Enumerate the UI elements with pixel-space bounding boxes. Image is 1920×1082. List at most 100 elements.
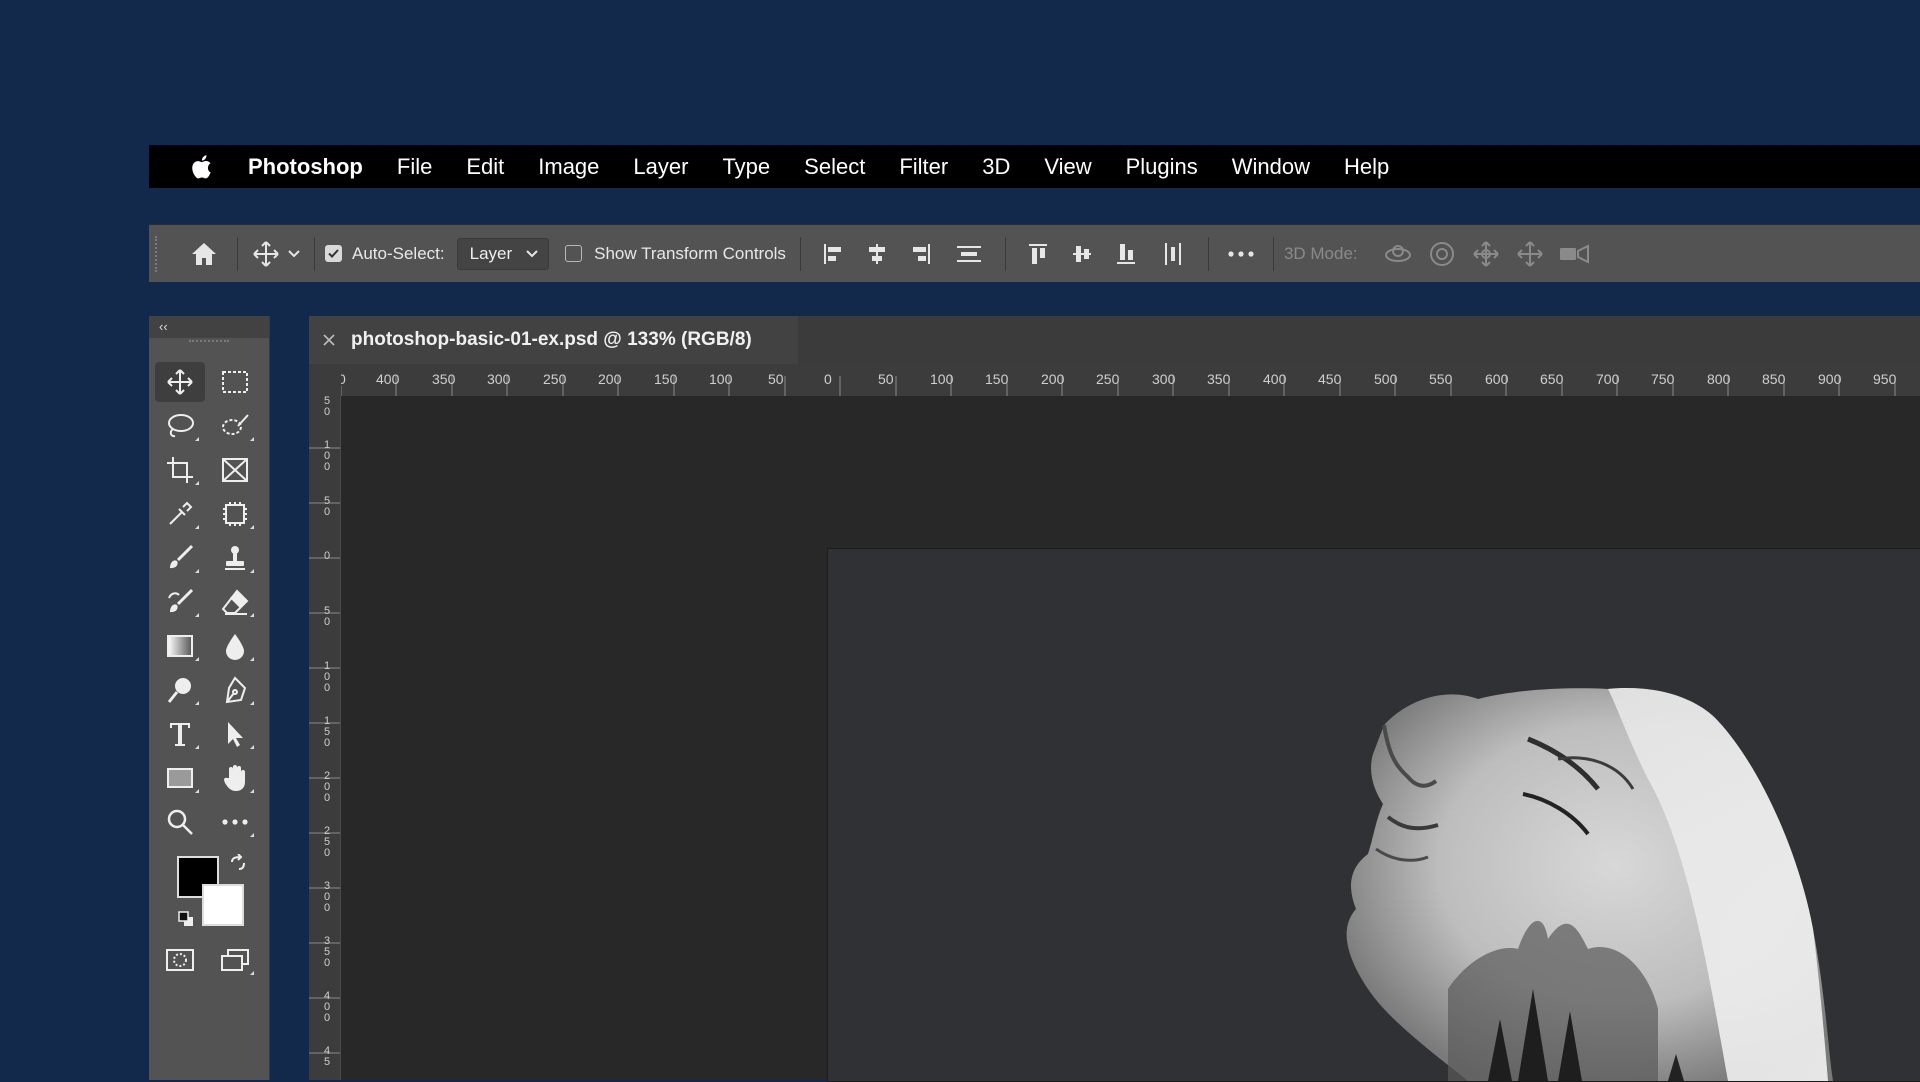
ruler-label: 500 bbox=[1374, 371, 1398, 387]
ruler-label: 300 bbox=[487, 371, 511, 387]
edit-toolbar-button[interactable] bbox=[210, 802, 260, 842]
menu-help[interactable]: Help bbox=[1344, 154, 1389, 180]
align-left-icon[interactable] bbox=[811, 242, 855, 266]
auto-select-dropdown[interactable]: Layer bbox=[456, 237, 550, 270]
object-selection-tool-button[interactable] bbox=[210, 494, 260, 534]
rectangle-icon bbox=[167, 768, 193, 788]
ruler-label: 100 bbox=[709, 371, 733, 387]
dodge-tool-button[interactable] bbox=[155, 670, 205, 710]
options-bar-grip[interactable] bbox=[155, 235, 165, 272]
tool-group-indicator bbox=[250, 745, 254, 749]
panel-collapse-button[interactable]: ‹‹ bbox=[149, 316, 269, 338]
ruler-label: 400 bbox=[376, 371, 400, 387]
3d-roll-icon[interactable] bbox=[1420, 240, 1464, 268]
apple-icon[interactable] bbox=[183, 153, 219, 181]
menu-layer[interactable]: Layer bbox=[633, 154, 688, 180]
swap-colors-icon[interactable] bbox=[229, 853, 247, 872]
menu-window[interactable]: Window bbox=[1232, 154, 1310, 180]
tool-group-indicator bbox=[195, 525, 199, 529]
more-options-icon[interactable] bbox=[1219, 250, 1263, 257]
eyedropper-tool-button[interactable] bbox=[155, 494, 205, 534]
ruler-label: 0 bbox=[341, 371, 346, 387]
align-horizontal-center-icon[interactable] bbox=[855, 242, 899, 266]
menu-view[interactable]: View bbox=[1044, 154, 1091, 180]
menu-select[interactable]: Select bbox=[804, 154, 865, 180]
3d-pan-icon[interactable] bbox=[1464, 240, 1508, 268]
path-selection-tool-button[interactable] bbox=[210, 714, 260, 754]
arrow-pointer-icon bbox=[228, 722, 243, 747]
menu-edit[interactable]: Edit bbox=[466, 154, 504, 180]
tool-group-indicator bbox=[250, 525, 254, 529]
home-icon[interactable] bbox=[181, 241, 227, 267]
zoom-tool-button[interactable] bbox=[155, 802, 205, 842]
canvas-pasteboard[interactable] bbox=[341, 396, 1920, 1082]
ruler-label: 950 bbox=[1873, 371, 1897, 387]
frame-tool-button[interactable] bbox=[210, 450, 260, 490]
ruler-label: 100 bbox=[930, 371, 954, 387]
default-colors-icon[interactable] bbox=[177, 910, 195, 928]
eraser-tool-button[interactable] bbox=[210, 582, 260, 622]
move-tool-button[interactable] bbox=[155, 362, 205, 402]
3d-orbit-icon[interactable] bbox=[1376, 241, 1420, 267]
close-tab-icon[interactable] bbox=[321, 334, 337, 346]
lasso-tool-button[interactable] bbox=[155, 406, 205, 446]
marquee-tool-button[interactable] bbox=[210, 362, 260, 402]
auto-select-checkbox[interactable] bbox=[325, 245, 342, 262]
screen-mode-button[interactable] bbox=[210, 940, 260, 980]
pen-icon bbox=[225, 676, 247, 704]
menu-image[interactable]: Image bbox=[538, 154, 599, 180]
ruler-label: 400 bbox=[1263, 371, 1287, 387]
menu-filter[interactable]: Filter bbox=[899, 154, 948, 180]
distribute-vertical-icon[interactable] bbox=[943, 242, 995, 266]
options-bar: Auto-Select: Layer Show Transform Contro… bbox=[149, 224, 1920, 282]
document-tab[interactable]: photoshop-basic-01-ex.psd @ 133% (RGB/8) bbox=[309, 316, 798, 364]
align-right-icon[interactable] bbox=[899, 242, 943, 266]
ruler-label: 150 bbox=[985, 371, 1009, 387]
brush-tool-button[interactable] bbox=[155, 538, 205, 578]
tool-preset-chevron-icon[interactable] bbox=[284, 249, 304, 258]
menu-type[interactable]: Type bbox=[722, 154, 770, 180]
menu-plugins[interactable]: Plugins bbox=[1126, 154, 1198, 180]
crop-icon bbox=[167, 457, 193, 483]
move-tool-icon[interactable] bbox=[248, 240, 284, 268]
chevron-down-icon bbox=[526, 249, 538, 257]
show-transform-checkbox[interactable] bbox=[565, 245, 583, 262]
menu-file[interactable]: File bbox=[397, 154, 432, 180]
blur-tool-button[interactable] bbox=[210, 626, 260, 666]
divider bbox=[1004, 236, 1006, 271]
pen-tool-button[interactable] bbox=[210, 670, 260, 710]
vertical-ruler[interactable]: 5 0 1 0 0 5 0 0 5 0 1 0 0 1 5 0 2 0 0 2 … bbox=[309, 396, 341, 1080]
history-brush-tool-button[interactable] bbox=[155, 582, 205, 622]
divider bbox=[1207, 236, 1209, 271]
image-canvas[interactable] bbox=[827, 548, 1920, 1082]
menu-3d[interactable]: 3D bbox=[982, 154, 1010, 180]
quick-mask-button[interactable] bbox=[155, 940, 205, 980]
lasso-icon bbox=[168, 414, 194, 438]
align-bottom-icon[interactable] bbox=[1104, 242, 1148, 266]
ruler-origin[interactable] bbox=[309, 364, 341, 396]
quick-selection-tool-button[interactable] bbox=[210, 406, 260, 446]
tool-group-indicator bbox=[250, 437, 254, 441]
type-tool-button[interactable] bbox=[155, 714, 205, 754]
menu-bar: Photoshop File Edit Image Layer Type Sel… bbox=[149, 145, 1920, 188]
ruler-label: 0 bbox=[323, 550, 331, 562]
3d-slide-icon[interactable] bbox=[1508, 240, 1552, 268]
align-vertical-center-icon[interactable] bbox=[1060, 242, 1104, 266]
crop-tool-button[interactable] bbox=[155, 450, 205, 490]
distribute-horizontal-icon[interactable] bbox=[1148, 241, 1198, 267]
hand-tool-button[interactable] bbox=[210, 758, 260, 798]
menu-photoshop[interactable]: Photoshop bbox=[248, 154, 363, 180]
dodge-icon bbox=[167, 678, 191, 703]
background-color-swatch[interactable] bbox=[202, 884, 244, 926]
move-icon bbox=[167, 369, 193, 395]
align-top-icon[interactable] bbox=[1016, 242, 1060, 266]
panel-grip[interactable] bbox=[189, 340, 229, 352]
clone-stamp-tool-button[interactable] bbox=[210, 538, 260, 578]
eraser-icon bbox=[221, 589, 249, 615]
rectangle-tool-button[interactable] bbox=[155, 758, 205, 798]
gradient-tool-button[interactable] bbox=[155, 626, 205, 666]
ruler-label: 3 5 0 bbox=[323, 935, 331, 969]
horizontal-ruler[interactable]: 0 400 350 300 250 200 150 100 50 0 50 10… bbox=[341, 364, 1920, 397]
ruler-label: 350 bbox=[1207, 371, 1231, 387]
3d-camera-icon[interactable] bbox=[1552, 243, 1596, 265]
